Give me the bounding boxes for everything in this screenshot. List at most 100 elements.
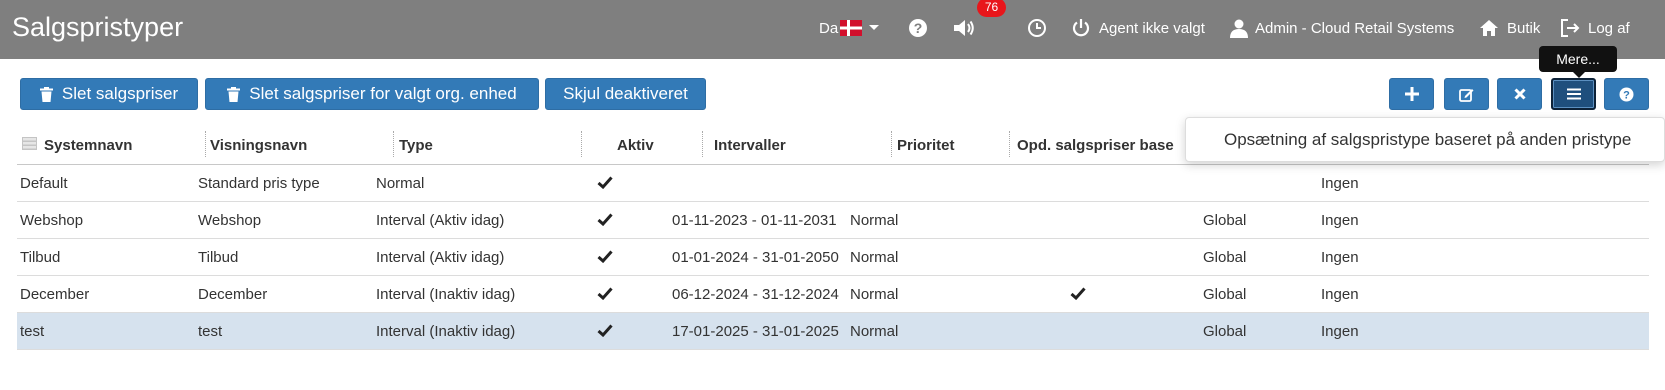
active-check-icon xyxy=(597,250,613,268)
cell-interval: 06-12-2024 - 31-12-2024 xyxy=(672,286,839,303)
delete-prices-org-label: Slet salgspriser for valgt org. enhed xyxy=(249,84,517,103)
cell-base-price-type: Ingen xyxy=(1321,212,1359,229)
hide-deactivated-button[interactable]: Skjul deaktiveret xyxy=(545,78,706,110)
active-check-icon xyxy=(597,287,613,305)
logout-label: Log af xyxy=(1588,19,1630,37)
danish-flag-icon xyxy=(840,20,863,36)
add-button[interactable] xyxy=(1389,78,1434,110)
cell-display-name: December xyxy=(198,286,268,303)
cell-base-price-type: Ingen xyxy=(1321,286,1359,303)
column-separator[interactable] xyxy=(1009,131,1010,157)
edit-button[interactable] xyxy=(1444,78,1489,110)
cell-interval: 17-01-2025 - 31-01-2025 xyxy=(672,323,839,340)
logout-icon xyxy=(1561,19,1580,37)
cell-scope: Global xyxy=(1203,249,1247,266)
column-separator[interactable] xyxy=(205,131,206,157)
column-separator[interactable] xyxy=(581,131,582,157)
cell-type: Normal xyxy=(376,175,425,192)
more-dropdown-menu: Opsætning af salgspristype baseret på an… xyxy=(1185,117,1665,162)
active-check-icon xyxy=(597,213,613,231)
help-menu-icon[interactable]: ? xyxy=(908,16,928,40)
table-row[interactable]: Tilbud Tilbud Interval (Aktiv idag) 01-01-2… xyxy=(17,239,1649,276)
cell-base-price-type: Ingen xyxy=(1321,323,1359,340)
user-label: Admin - Cloud Retail Systems xyxy=(1255,19,1455,37)
column-separator[interactable] xyxy=(393,131,394,157)
cell-interval: 01-11-2023 - 01-11-2031 xyxy=(672,212,837,229)
table-row[interactable]: December December Interval (Inaktiv idag) 0… xyxy=(17,276,1649,313)
language-selector[interactable]: Da xyxy=(819,16,880,40)
delete-button[interactable] xyxy=(1497,78,1542,110)
delete-prices-org-button[interactable]: Slet salgspriser for valgt org. enhed xyxy=(205,78,539,110)
cell-type: Interval (Inaktiv idag) xyxy=(376,286,516,303)
user-icon xyxy=(1230,19,1248,38)
cell-priority: Normal xyxy=(850,212,899,229)
cell-system-name: December xyxy=(20,286,90,303)
cell-scope: Global xyxy=(1203,286,1247,303)
table-row[interactable]: Webshop Webshop Interval (Aktiv idag) 01-11… xyxy=(17,202,1649,239)
cell-priority: Normal xyxy=(850,249,899,266)
cell-interval: 01-01-2024 - 31-01-2050 xyxy=(672,249,839,266)
shop-link[interactable]: Butik xyxy=(1479,16,1540,40)
history-icon[interactable] xyxy=(1027,16,1047,40)
trash-icon xyxy=(227,86,241,102)
cell-scope: Global xyxy=(1203,212,1247,229)
column-separator[interactable] xyxy=(891,131,892,157)
agent-label: Agent ikke valgt xyxy=(1099,19,1205,37)
table-row[interactable]: test test Interval (Inaktiv idag) 17-01-202… xyxy=(17,313,1649,350)
cell-system-name: Webshop xyxy=(20,212,84,229)
logout-link[interactable]: Log af xyxy=(1560,16,1630,40)
plus-icon xyxy=(1404,87,1419,101)
column-header-display-name[interactable]: Visningsnavn xyxy=(210,126,307,164)
cell-type: Interval (Aktiv idag) xyxy=(376,212,505,229)
agent-selector[interactable]: Agent ikke valgt xyxy=(1071,16,1205,40)
cell-priority: Normal xyxy=(850,286,899,303)
dropdown-item-price-type-setup[interactable]: Opsætning af salgspristype baseret på an… xyxy=(1224,130,1631,150)
language-label: Da xyxy=(819,19,839,37)
cell-display-name: Tilbud xyxy=(198,249,239,266)
help-button[interactable]: ? xyxy=(1604,78,1649,110)
help-icon: ? xyxy=(1619,87,1634,101)
shop-label: Butik xyxy=(1507,19,1541,37)
cell-type: Interval (Aktiv idag) xyxy=(376,249,505,266)
cell-base-price-type: Ingen xyxy=(1321,175,1359,192)
cell-system-name: test xyxy=(20,323,45,340)
close-icon xyxy=(1513,88,1526,100)
power-icon xyxy=(1072,19,1090,37)
table-row[interactable]: Default Standard pris type Normal Ingen xyxy=(17,165,1649,202)
cell-display-name: Standard pris type xyxy=(198,175,320,192)
active-check-icon xyxy=(597,324,613,342)
column-separator[interactable] xyxy=(702,131,703,157)
column-header-priority[interactable]: Prioritet xyxy=(897,126,955,164)
notification-badge: 76 xyxy=(977,0,1006,17)
announcements-icon[interactable] xyxy=(952,16,976,40)
menu-icon xyxy=(1566,88,1581,100)
cell-scope: Global xyxy=(1203,323,1247,340)
cell-system-name: Tilbud xyxy=(20,249,61,266)
active-check-icon xyxy=(597,176,613,194)
caret-down-icon xyxy=(869,25,880,30)
cell-priority: Normal xyxy=(850,323,899,340)
cell-type: Interval (Inaktiv idag) xyxy=(376,323,516,340)
home-icon xyxy=(1480,20,1498,36)
column-header-active[interactable]: Aktiv xyxy=(617,126,654,164)
column-header-intervals[interactable]: Intervaller xyxy=(714,126,786,164)
column-chooser-icon[interactable] xyxy=(22,137,37,150)
edit-icon xyxy=(1459,88,1474,102)
column-header-system-name[interactable]: Systemnavn xyxy=(44,126,132,164)
column-header-update-prices[interactable]: Opd. salgspriser base xyxy=(1017,126,1187,164)
more-tooltip: Mere... xyxy=(1539,46,1617,78)
hide-deactivated-label: Skjul deaktiveret xyxy=(563,84,688,103)
svg-text:?: ? xyxy=(1623,89,1630,101)
delete-prices-label: Slet salgspriser xyxy=(61,84,179,103)
page-title: Salgspristyper xyxy=(12,12,184,42)
cell-system-name: Default xyxy=(20,175,68,192)
column-header-type[interactable]: Type xyxy=(399,126,433,164)
update-prices-check-icon xyxy=(1070,287,1086,305)
delete-prices-button[interactable]: Slet salgspriser xyxy=(20,78,198,110)
user-menu[interactable]: Admin - Cloud Retail Systems xyxy=(1229,16,1454,40)
more-button[interactable] xyxy=(1551,78,1596,110)
svg-text:?: ? xyxy=(914,20,923,36)
cell-display-name: test xyxy=(198,323,223,340)
top-bar: Salgspristyper Da ? 76 Agent ikke valgt … xyxy=(0,0,1665,59)
cell-base-price-type: Ingen xyxy=(1321,249,1359,266)
